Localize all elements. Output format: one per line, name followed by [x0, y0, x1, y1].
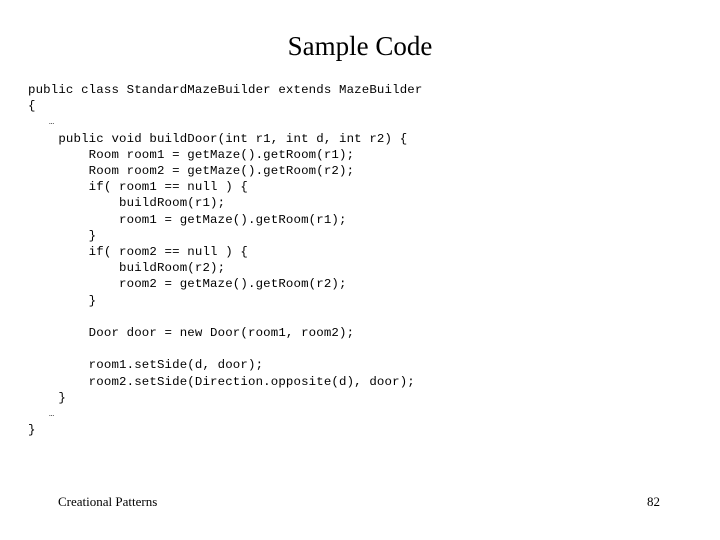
- code-block: public class StandardMazeBuilder extends…: [28, 82, 692, 438]
- code-line: Room room1 = getMaze().getRoom(r1);: [28, 147, 355, 162]
- code-line: buildRoom(r2);: [28, 261, 226, 276]
- footer-page-number: 82: [647, 494, 660, 509]
- code-line: }: [28, 423, 36, 438]
- code-line: Room room2 = getMaze().getRoom(r2);: [28, 164, 355, 179]
- slide-footer: Creational Patterns 82: [0, 494, 720, 514]
- code-line: room2 = getMaze().getRoom(r2);: [28, 277, 347, 292]
- slide-canvas: Sample Code public class StandardMazeBui…: [0, 0, 720, 540]
- code-line: Door door = new Door(room1, room2);: [28, 326, 355, 341]
- code-line: {: [28, 99, 36, 114]
- code-line: public void buildDoor(int r1, int d, int…: [28, 131, 408, 146]
- code-line: …: [28, 409, 55, 420]
- code-line: buildRoom(r1);: [28, 196, 226, 211]
- code-line: room2.setSide(Direction.opposite(d), doo…: [28, 374, 415, 389]
- code-line: room1.setSide(d, door);: [28, 358, 264, 373]
- code-line: public class StandardMazeBuilder extends…: [28, 83, 423, 97]
- code-line: …: [28, 117, 55, 128]
- code-line: }: [28, 228, 97, 243]
- code-line: }: [28, 293, 97, 308]
- code-line: if( room1 == null ) {: [28, 180, 248, 195]
- code-line: if( room2 == null ) {: [28, 245, 248, 260]
- code-line: }: [28, 390, 66, 405]
- code-line: room1 = getMaze().getRoom(r1);: [28, 212, 347, 227]
- page-title: Sample Code: [287, 31, 433, 61]
